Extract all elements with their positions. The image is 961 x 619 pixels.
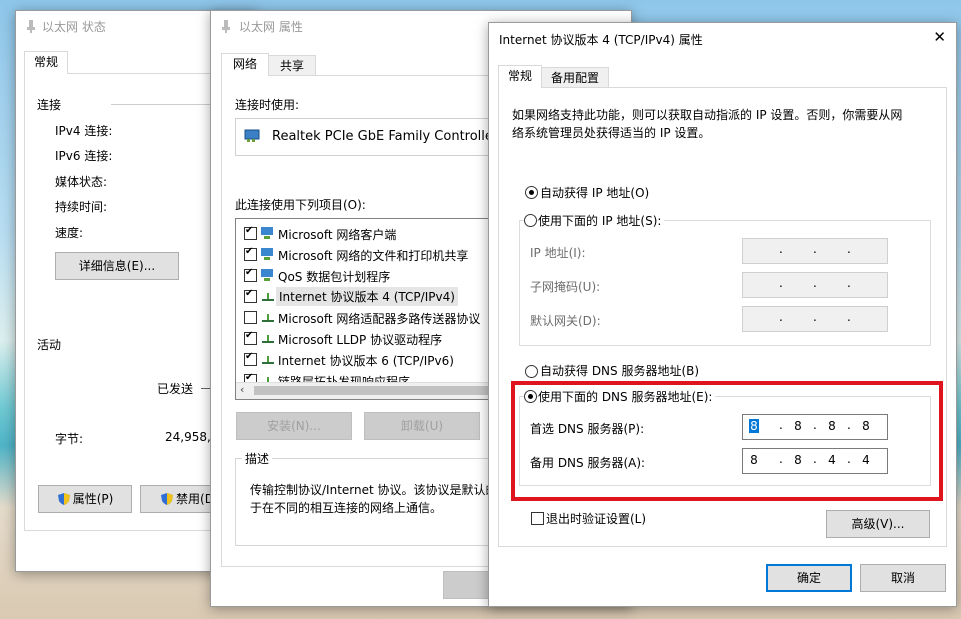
section-connection: 连接 <box>37 98 62 112</box>
intro-line1: 如果网络支持此功能，则可以获取自动指派的 IP 设置。否则，你需要从网 <box>512 108 903 122</box>
tab-sharing[interactable]: 共享 <box>268 55 316 76</box>
close-icon[interactable]: ✕ <box>933 28 946 46</box>
ipv4-titlebar[interactable]: Internet 协议版本 4 (TCP/IPv4) 属性 ✕ <box>489 23 956 53</box>
manual-ip-radio[interactable] <box>524 214 537 227</box>
description-line1: 传输控制协议/Internet 协议。该协议是默认的 <box>250 483 498 497</box>
item-checkbox[interactable] <box>244 225 257 240</box>
dns-highlight-box <box>511 381 943 501</box>
sent-label: 已发送 <box>157 382 194 396</box>
validate-label[interactable]: 退出时验证设置(L) <box>546 510 646 527</box>
scroll-thumb[interactable] <box>254 386 494 395</box>
item-label: Microsoft 网络适配器多路传送器协议 <box>278 312 481 326</box>
tab-general[interactable]: 常规 <box>24 51 68 74</box>
item-label: Internet 协议版本 4 (TCP/IPv4) <box>276 287 458 306</box>
cancel-button[interactable]: 取消 <box>860 564 946 592</box>
disable-label: 禁用(D <box>176 492 214 506</box>
window-title: 以太网 状态 <box>42 20 106 34</box>
shield-icon <box>161 493 174 505</box>
subnet-mask-field: ... <box>742 272 888 298</box>
auto-dns-radio[interactable] <box>525 365 538 378</box>
window-title: Internet 协议版本 4 (TCP/IPv4) 属性 <box>499 33 703 47</box>
item-label: Internet 协议版本 6 (TCP/IPv6) <box>278 354 454 368</box>
client-icon <box>261 227 273 239</box>
item-checkbox[interactable] <box>244 311 257 324</box>
item-label: Microsoft 网络的文件和打印机共享 <box>278 249 469 263</box>
connect-using-label: 连接时使用: <box>235 98 300 112</box>
bytes-label: 字节: <box>55 432 84 446</box>
item-checkbox[interactable] <box>244 288 257 303</box>
client-icon <box>261 269 273 281</box>
properties-button[interactable]: 属性(P) <box>38 485 132 513</box>
protocol-icon <box>262 356 274 364</box>
window-title: 以太网 属性 <box>239 20 303 34</box>
scroll-left-icon[interactable]: ‹ <box>240 383 244 396</box>
intro-line2: 络系统管理员处获得适当的 IP 设置。 <box>512 126 711 140</box>
network-icon <box>222 20 230 33</box>
gateway-label: 默认网关(D): <box>530 314 601 328</box>
item-label: Microsoft 网络客户端 <box>278 228 397 242</box>
ip-address-field: ... <box>742 238 888 264</box>
ip-label: IP 地址(I): <box>530 246 586 260</box>
protocol-icon <box>262 293 274 301</box>
ipv4-label: IPv4 连接: <box>55 124 113 138</box>
item-checkbox[interactable] <box>244 246 257 261</box>
auto-ip-label[interactable]: 自动获得 IP 地址(O) <box>540 184 649 201</box>
manual-ip-group: 使用下面的 IP 地址(S): IP 地址(I): ... 子网掩码(U): .… <box>519 212 931 346</box>
item-label: Microsoft LLDP 协议驱动程序 <box>278 333 443 347</box>
protocol-icon <box>262 314 274 322</box>
network-icon <box>27 20 35 33</box>
item-label: QoS 数据包计划程序 <box>278 270 391 284</box>
advanced-button[interactable]: 高级(V)... <box>826 510 930 538</box>
tab-network[interactable]: 网络 <box>221 53 269 76</box>
gateway-field: ... <box>742 306 888 332</box>
items-label: 此连接使用下列项目(O): <box>235 198 366 212</box>
item-checkbox[interactable] <box>244 351 257 366</box>
properties-label: 属性(P) <box>72 492 114 506</box>
tab-alternate[interactable]: 备用配置 <box>541 67 609 88</box>
validate-checkbox[interactable] <box>531 512 544 525</box>
section-activity: 活动 <box>37 338 62 352</box>
adapter-name: Realtek PCIe GbE Family Controller <box>272 129 499 144</box>
manual-ip-label[interactable]: 使用下面的 IP 地址(S): <box>538 212 665 229</box>
auto-dns-label[interactable]: 自动获得 DNS 服务器地址(B) <box>540 362 699 379</box>
auto-ip-radio[interactable] <box>525 186 538 199</box>
description-line2: 于在不同的相互连接的网络上通信。 <box>250 501 443 515</box>
item-checkbox[interactable] <box>244 267 257 282</box>
speed-label: 速度: <box>55 226 84 240</box>
protocol-icon <box>262 335 274 343</box>
client-icon <box>261 248 273 260</box>
adapter-icon <box>244 129 260 142</box>
ipv6-label: IPv6 连接: <box>55 149 113 163</box>
shield-icon <box>57 493 70 505</box>
ipv4-properties-window: Internet 协议版本 4 (TCP/IPv4) 属性 ✕ 常规 备用配置 … <box>488 22 957 607</box>
media-label: 媒体状态: <box>55 175 108 189</box>
tab-general[interactable]: 常规 <box>498 65 542 88</box>
install-button[interactable]: 安装(N)... <box>236 412 352 440</box>
mask-label: 子网掩码(U): <box>530 280 601 294</box>
description-title: 描述 <box>242 450 273 467</box>
details-button[interactable]: 详细信息(E)... <box>55 252 179 280</box>
ok-button[interactable]: 确定 <box>766 564 852 592</box>
item-checkbox[interactable] <box>244 330 257 345</box>
uninstall-button[interactable]: 卸载(U) <box>364 412 480 440</box>
duration-label: 持续时间: <box>55 200 108 214</box>
